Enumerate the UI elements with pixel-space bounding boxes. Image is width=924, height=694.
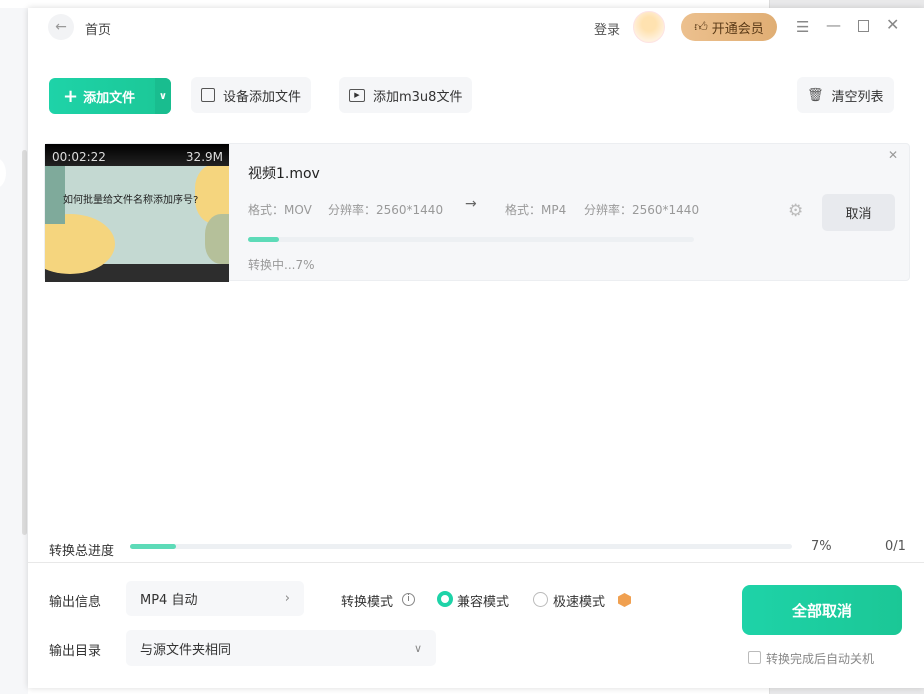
output-dir-label: 输出目录 — [49, 644, 102, 659]
menu-icon[interactable]: ☰ — [796, 18, 809, 36]
back-button[interactable]: ← — [48, 14, 74, 40]
file-progress-fill — [248, 237, 280, 242]
chevron-right-icon: › — [284, 591, 290, 606]
main-window: ← 首页 登录 👍︎ 开通会员 ☰ — ✕ + 添加文件 ∨ 设备添加文件 ▶ 添加… — [28, 8, 924, 688]
info-icon[interactable]: i — [402, 593, 415, 606]
page-title: 首页 — [85, 23, 112, 38]
maximize-button[interactable] — [858, 20, 869, 32]
video-size: 32.9M — [185, 150, 223, 164]
target-resolution: 分辨率：2560*1440 — [584, 203, 700, 217]
clear-list-label: 清空列表 — [831, 89, 884, 105]
cancel-button[interactable]: 取消 — [822, 194, 895, 231]
settings-icon[interactable]: ⚙ — [788, 201, 803, 221]
source-format: 格式：MOV — [248, 203, 312, 217]
file-progress-bar — [248, 237, 694, 242]
login-link[interactable]: 登录 — [594, 19, 620, 38]
divider — [28, 562, 924, 563]
source-resolution: 分辨率：2560*1440 — [328, 203, 444, 217]
total-percent: 7% — [811, 539, 832, 554]
output-format-value: MP4 自动 — [140, 593, 198, 608]
arrow-right-icon: → — [465, 196, 477, 212]
play-icon: ▶ — [349, 88, 365, 102]
video-thumbnail: 00:02:22 32.9M 如何批量给文件名称添加序号? — [45, 144, 229, 282]
vip-button[interactable]: 👍︎ 开通会员 — [681, 13, 777, 41]
minimize-button[interactable]: — — [826, 16, 841, 34]
trash-icon: 🗑︎ — [807, 87, 824, 103]
avatar[interactable] — [633, 11, 665, 43]
file-status: 转换中...7% — [248, 258, 315, 272]
add-m3u8-button[interactable]: ▶ 添加m3u8文件 — [339, 77, 473, 113]
total-progress-fill — [130, 544, 177, 549]
total-progress-label: 转换总进度 — [49, 544, 115, 559]
remove-file-icon[interactable]: ✕ — [888, 148, 898, 162]
auto-shutdown-checkbox[interactable] — [748, 651, 761, 664]
device-add-label: 设备添加文件 — [223, 89, 302, 105]
chevron-down-icon: ∨ — [413, 641, 422, 655]
vip-badge-icon — [618, 593, 631, 607]
add-m3u8-label: 添加m3u8文件 — [373, 89, 463, 105]
add-file-button[interactable]: + 添加文件 ∨ — [49, 78, 171, 114]
thumb-up-icon: 👍︎ — [694, 19, 708, 35]
mode-compat-label[interactable]: 兼容模式 — [457, 591, 509, 610]
scrollbar[interactable] — [22, 150, 27, 535]
radio-fast[interactable] — [533, 592, 548, 607]
thumb-caption: 如何批量给文件名称添加序号? — [63, 195, 199, 206]
cancel-all-button[interactable]: 全部取消 — [742, 585, 902, 635]
arrow-left-icon: ← — [55, 19, 67, 35]
radio-compat[interactable] — [437, 591, 453, 607]
plus-icon: + — [63, 85, 79, 107]
output-info-label: 输出信息 — [49, 595, 102, 610]
mode-label: 转换模式 — [341, 595, 394, 610]
device-add-button[interactable]: 设备添加文件 — [191, 77, 312, 113]
total-progress-bar — [130, 544, 792, 549]
chevron-down-icon[interactable]: ∨ — [154, 78, 171, 114]
target-format: 格式：MP4 — [505, 203, 567, 217]
mode-fast-label[interactable]: 极速模式 — [553, 591, 605, 610]
file-item: 00:02:22 32.9M 如何批量给文件名称添加序号? 视频1.mov 格式… — [44, 143, 910, 282]
total-count: 0/1 — [885, 539, 906, 554]
auto-shutdown-label[interactable]: 转换完成后自动关机 — [766, 650, 874, 667]
file-name: 视频1.mov — [248, 166, 320, 182]
clear-list-button[interactable]: 🗑︎ 清空列表 — [797, 77, 894, 113]
vip-label: 开通会员 — [711, 21, 764, 37]
output-format-select[interactable]: MP4 自动 › — [126, 581, 304, 616]
close-button[interactable]: ✕ — [886, 15, 899, 34]
drive-icon — [201, 88, 215, 102]
output-dir-value: 与源文件夹相同 — [140, 642, 232, 658]
video-duration: 00:02:22 — [52, 150, 106, 164]
add-file-label: 添加文件 — [83, 90, 136, 106]
output-dir-select[interactable]: 与源文件夹相同 ∨ — [126, 630, 436, 666]
